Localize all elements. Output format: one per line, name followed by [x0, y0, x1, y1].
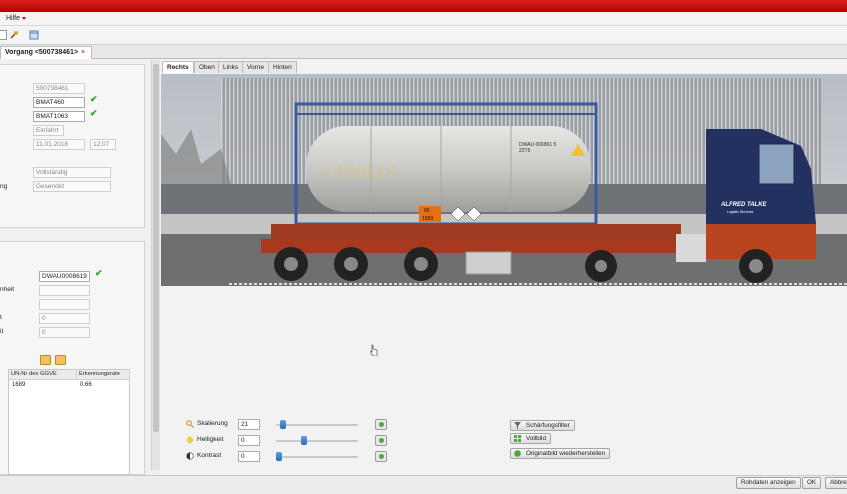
ok-button[interactable]: OK [802, 477, 822, 489]
restore-icon [514, 450, 521, 457]
menu-help[interactable]: Hilfe [6, 15, 27, 22]
chevron-down-icon [22, 16, 27, 20]
cell-rate: 0.66 [80, 382, 92, 388]
toolbar [0, 26, 847, 45]
slider-thumb[interactable] [301, 436, 308, 445]
fullscreen-label: Vollbild [526, 435, 546, 442]
brightness-slider[interactable] [276, 436, 358, 445]
direction-field: Einfahrt [33, 125, 64, 136]
tab-right[interactable]: Rechts [162, 61, 194, 73]
scale-reset-button[interactable] [375, 419, 387, 430]
vehicle-image[interactable]: CYPRESS DWAU 006861 5 22T6 66 1689 ALFRE… [161, 74, 847, 286]
sharpen-filter-button[interactable]: Schärfungsfilter [510, 420, 575, 431]
tab-left[interactable]: Links [218, 61, 244, 73]
add-row-button[interactable] [40, 355, 51, 365]
table-header-un[interactable]: UN-Nr des GGVE [9, 370, 77, 380]
fullscreen-button[interactable]: Vollbild [510, 433, 551, 444]
identifier-field-2[interactable]: BMAT1063 [33, 111, 85, 122]
status-label: ng [0, 183, 8, 190]
hand-cursor-icon [370, 344, 378, 356]
scale-input[interactable]: 21 [238, 419, 260, 430]
slider-thumb[interactable] [276, 452, 282, 461]
restore-original-button[interactable]: Originalbild wiederherstellen [510, 448, 611, 459]
check-icon: ✔ [95, 268, 103, 278]
fullscreen-icon [514, 435, 521, 442]
tab-vorgang-label: Vorgang <500738461> [5, 49, 79, 56]
tank-brand-text: CYPRESS [326, 165, 395, 181]
magnifier-icon [186, 420, 194, 428]
truck-brand-sub: Logistic Services [727, 210, 754, 214]
slider-thumb[interactable] [279, 420, 286, 429]
cancel-button[interactable]: Abbrechen [825, 477, 847, 489]
title-bar [0, 0, 847, 12]
contrast-reset-button[interactable] [375, 451, 387, 462]
image-panel: Rechts Oben Links Vorne Hinten CYPRESS D… [160, 60, 847, 475]
wrench-icon[interactable] [9, 30, 19, 40]
empty-field[interactable] [39, 299, 90, 310]
time-field: 12:07 [90, 139, 116, 150]
window-icon[interactable] [29, 30, 39, 40]
contrast-icon [186, 452, 194, 460]
unit-label: nheit [0, 286, 15, 293]
remove-row-button[interactable] [55, 355, 66, 365]
send-status-field: Gesendet [33, 181, 111, 192]
value-field-2[interactable]: 0 [39, 327, 90, 338]
completeness-field: Vollständig [33, 167, 111, 178]
contrast-input[interactable]: 0 [238, 451, 260, 462]
container-code-field[interactable]: DWAU0008619 [39, 271, 90, 282]
check-icon: ✔ [90, 94, 98, 104]
value-field-1[interactable]: 0 [39, 313, 90, 324]
hazard-number-bottom: 1689 [422, 216, 433, 222]
scale-row: Skalierung 21 [186, 419, 406, 431]
scale-slider[interactable] [276, 420, 358, 429]
truck-brand-text: ALFRED TALKE [720, 202, 768, 208]
check-icon: ✔ [90, 108, 98, 118]
scale-label: Skalierung [197, 420, 228, 427]
footer-bar: Rohdaten anzeigen OK Abbrechen [0, 475, 847, 494]
unit-field[interactable] [39, 285, 90, 296]
left-panel: 500738461 BMAT460 ✔ BMAT1063 ✔ Einfahrt … [0, 60, 160, 475]
contrast-label: Kontrast [197, 452, 222, 459]
brightness-label: Helligkeit [197, 436, 224, 443]
restore-original-label: Originalbild wiederherstellen [526, 450, 606, 457]
identifier-field-1[interactable]: BMAT460 [33, 97, 85, 108]
raw-data-button[interactable]: Rohdaten anzeigen [736, 477, 801, 489]
sharpen-filter-label: Schärfungsfilter [526, 422, 570, 429]
vorgang-number-field: 500738461 [33, 83, 85, 94]
contrast-row: Kontrast 0 [186, 451, 406, 463]
sun-icon [186, 436, 194, 444]
tab-front[interactable]: Vorne [242, 61, 269, 73]
page-icon[interactable] [0, 30, 7, 40]
contrast-slider[interactable] [276, 452, 358, 461]
container-iso-text: 22T6 [519, 148, 531, 154]
close-icon[interactable]: × [81, 49, 85, 56]
left-scrollbar[interactable] [151, 60, 160, 470]
cell-un: 1689 [12, 382, 26, 388]
date-field: 11.01.2018 [33, 139, 85, 150]
it-label: it [0, 328, 4, 335]
menu-bar: Hilfe [0, 12, 847, 26]
document-tabstrip: Vorgang <500738461> × [0, 45, 847, 59]
tab-top[interactable]: Oben [194, 61, 220, 73]
un-number-table: UN-Nr des GGVE Erkennungsrate 1689 0.66 [8, 369, 130, 475]
table-header-rate[interactable]: Erkennungsrate [77, 370, 130, 380]
menu-help-label: Hilfe [6, 15, 21, 22]
scrollbar-thumb[interactable] [153, 64, 159, 432]
truck-photo: CYPRESS DWAU 006861 5 22T6 66 1689 ALFRE… [161, 74, 847, 286]
brightness-row: Helligkeit 0 [186, 435, 406, 447]
tab-back[interactable]: Hinten [268, 61, 297, 73]
filter-icon [514, 422, 521, 429]
tab-vorgang[interactable]: Vorgang <500738461> × [0, 46, 93, 59]
brightness-input[interactable]: 0 [238, 435, 260, 446]
hazard-number-top: 66 [424, 208, 430, 214]
brightness-reset-button[interactable] [375, 435, 387, 446]
t-label: t [0, 314, 2, 321]
